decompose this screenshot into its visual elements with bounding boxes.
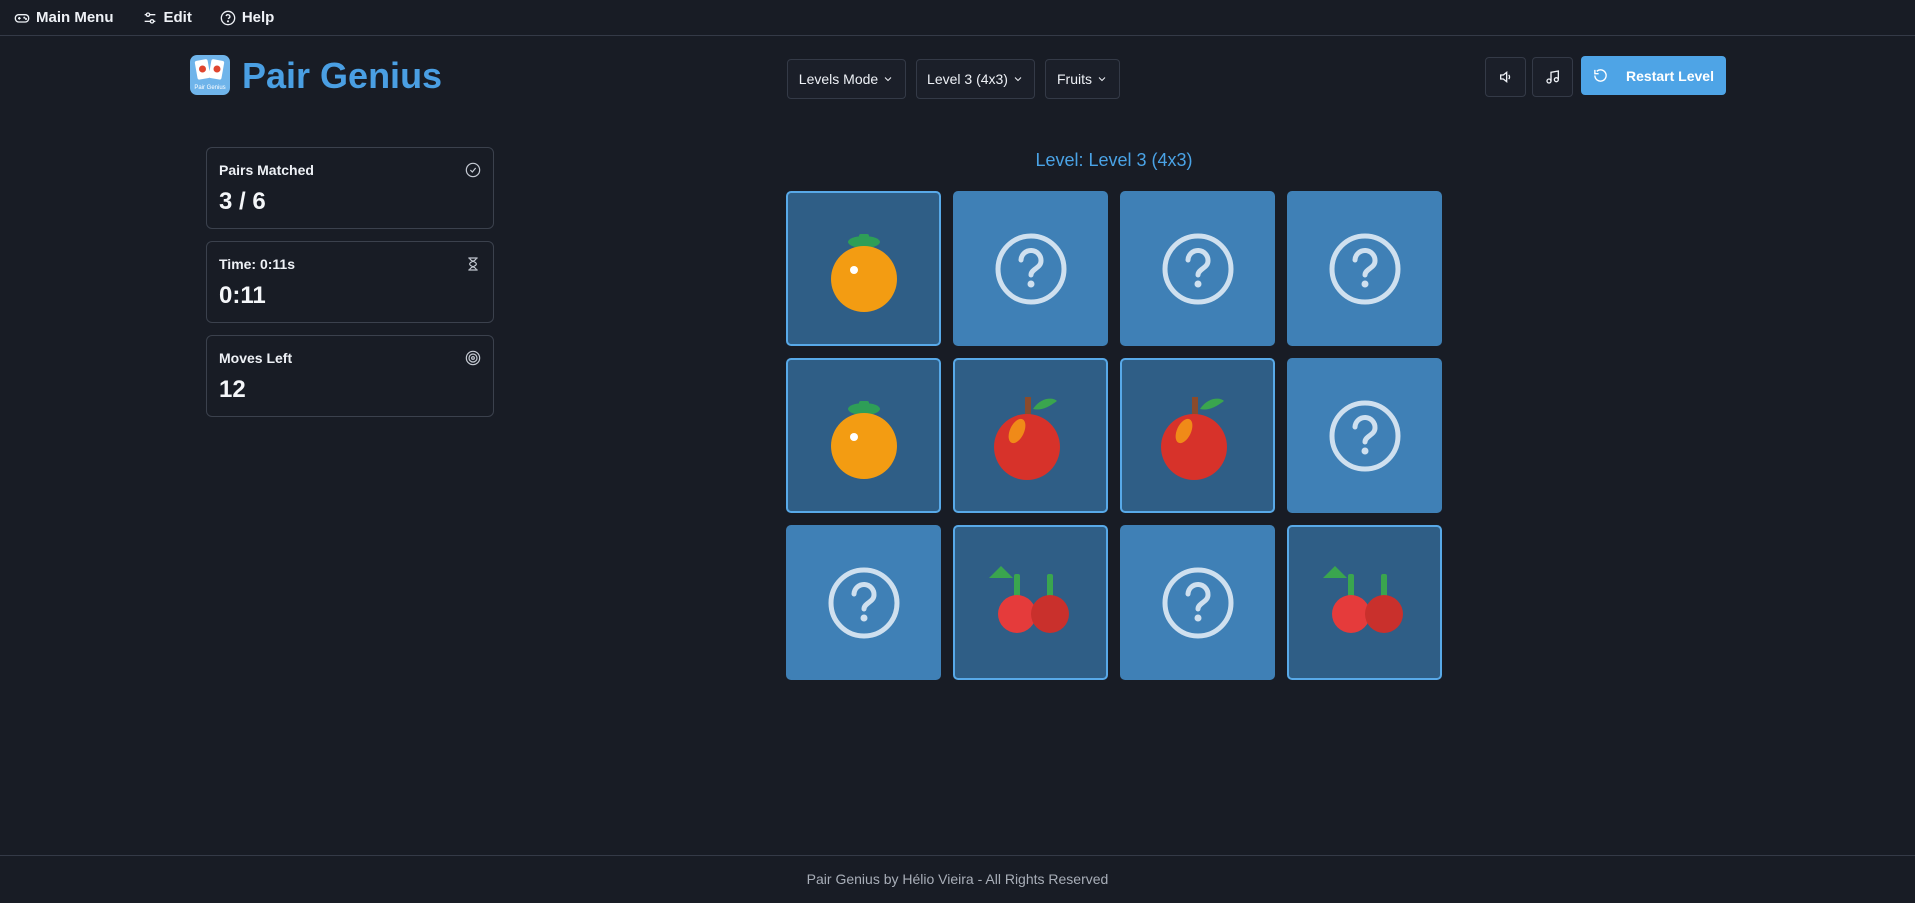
orange-icon <box>824 224 904 314</box>
edit-menu-label: Edit <box>163 9 192 26</box>
memory-card[interactable] <box>786 358 941 513</box>
pairs-matched-card: Pairs Matched 3 / 6 <box>206 147 494 229</box>
orange-icon <box>824 391 904 481</box>
cherries-icon <box>983 564 1079 642</box>
question-mark-icon <box>826 565 902 641</box>
sound-toggle-button[interactable] <box>1485 57 1526 97</box>
timer-value: 0:11 <box>219 282 266 309</box>
app-logo: Pair Genius <box>190 55 230 95</box>
app-header: Pair Genius Pair Genius Levels Mode Leve… <box>0 36 1915 120</box>
memory-card[interactable] <box>1287 191 1442 346</box>
memory-card[interactable] <box>1287 358 1442 513</box>
mode-select-value: Levels Mode <box>798 71 879 87</box>
music-note-icon <box>1545 70 1559 84</box>
timer-card: Time: 0:11s 0:11 <box>206 241 494 323</box>
level-heading: Level: Level 3 (4x3) <box>1035 150 1193 170</box>
help-menu-label: Help <box>241 9 275 26</box>
question-mark-icon <box>1160 565 1236 641</box>
memory-card[interactable] <box>1287 525 1442 680</box>
help-menu-button[interactable]: Help <box>220 9 275 26</box>
help-circle-icon <box>220 10 236 25</box>
mode-select[interactable]: Levels Mode <box>787 59 906 99</box>
cherries-icon <box>1317 564 1413 642</box>
main-menu-button[interactable]: Main Menu <box>14 9 114 26</box>
theme-select-value: Fruits <box>1057 71 1092 87</box>
question-mark-icon <box>993 231 1069 307</box>
level-select-value: Level 3 (4x3) <box>927 71 1008 87</box>
memory-card[interactable] <box>953 358 1108 513</box>
menu-bar: Main Menu Edit Help <box>0 0 1915 36</box>
footer-text: Pair Genius by Hélio Vieira - All Rights… <box>806 871 1109 887</box>
logo-caption: Pair Genius <box>194 85 225 91</box>
chevron-down-icon <box>1014 77 1022 82</box>
pairs-matched-value: 3 / 6 <box>219 188 266 215</box>
moves-left-card: Moves Left 12 <box>206 335 494 417</box>
question-mark-icon <box>1160 231 1236 307</box>
apple-icon <box>1156 391 1240 481</box>
memory-card[interactable] <box>1120 525 1275 680</box>
question-mark-icon <box>1327 398 1403 474</box>
volume-icon <box>1499 70 1510 84</box>
memory-card[interactable] <box>953 191 1108 346</box>
gamepad-icon <box>14 13 30 23</box>
game-board <box>786 191 1442 680</box>
restart-icon <box>1594 69 1607 82</box>
memory-card[interactable] <box>1120 358 1275 513</box>
moves-left-label: Moves Left <box>219 350 293 366</box>
memory-card[interactable] <box>786 191 941 346</box>
restart-level-button[interactable]: Restart Level <box>1581 56 1726 95</box>
apple-icon <box>989 391 1073 481</box>
question-mark-icon <box>1327 231 1403 307</box>
music-toggle-button[interactable] <box>1532 57 1573 97</box>
app-title: Pair Genius <box>242 55 443 96</box>
hourglass-icon <box>468 257 478 271</box>
memory-card[interactable] <box>786 525 941 680</box>
memory-card[interactable] <box>1120 191 1275 346</box>
sliders-icon <box>144 11 155 24</box>
timer-label: Time: 0:11s <box>219 256 296 272</box>
footer: Pair Genius by Hélio Vieira - All Rights… <box>0 855 1915 903</box>
chevron-down-icon <box>884 77 892 82</box>
target-icon <box>465 350 481 366</box>
chevron-down-icon <box>1098 77 1106 82</box>
check-circle-icon <box>465 162 481 178</box>
level-select[interactable]: Level 3 (4x3) <box>916 59 1035 99</box>
restart-level-label: Restart Level <box>1626 67 1714 84</box>
pairs-matched-label: Pairs Matched <box>219 162 314 178</box>
moves-left-value: 12 <box>219 376 246 403</box>
cards-logo-icon: Pair Genius <box>194 59 226 91</box>
memory-card[interactable] <box>953 525 1108 680</box>
theme-select[interactable]: Fruits <box>1045 59 1120 99</box>
edit-menu-button[interactable]: Edit <box>142 9 192 26</box>
main-menu-label: Main Menu <box>36 9 114 26</box>
